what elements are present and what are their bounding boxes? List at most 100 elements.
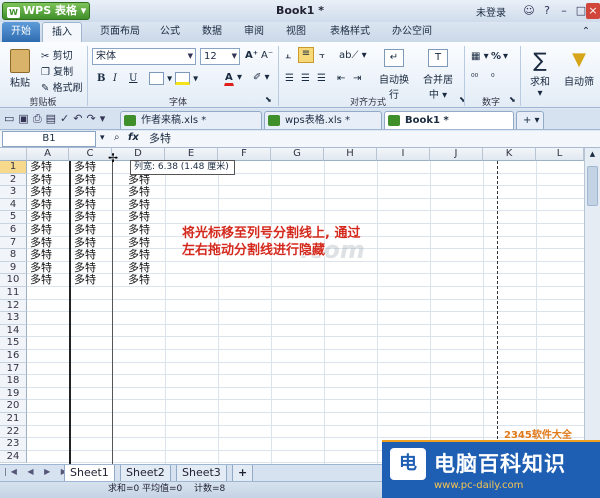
- close-icon[interactable]: ×: [586, 3, 600, 19]
- row-header[interactable]: 10: [0, 274, 27, 287]
- column-header-i[interactable]: I: [377, 148, 430, 161]
- tab-view[interactable]: 视图: [278, 22, 314, 42]
- cell[interactable]: 多特: [126, 174, 164, 187]
- scroll-up-icon[interactable]: ▲: [587, 150, 598, 161]
- ribbon-collapse-icon[interactable]: ⌃: [576, 22, 596, 42]
- row-header[interactable]: 5: [0, 211, 27, 224]
- cell[interactable]: 多特: [72, 274, 111, 287]
- hidden-column-b-divider[interactable]: [69, 161, 71, 464]
- text-direction-icon[interactable]: ab⟋ ▾: [338, 49, 368, 62]
- spreadsheet-grid[interactable]: A C D E F G H I J K L 1 2 3 4 5 6 7 8 9 10 11 12 13 1…: [0, 148, 584, 464]
- minimize-icon[interactable]: –: [555, 3, 573, 19]
- undo-icon[interactable]: ↶: [73, 112, 86, 125]
- spellcheck-icon[interactable]: ✓: [60, 112, 73, 125]
- row-header[interactable]: 2: [0, 173, 27, 187]
- format-painter-button[interactable]: ✎ 格式刷: [40, 78, 84, 95]
- grow-font-icon[interactable]: A⁺: [244, 49, 259, 62]
- border-button[interactable]: ▾: [148, 71, 173, 86]
- cell[interactable]: 多特: [28, 237, 68, 250]
- row-header[interactable]: 12: [0, 299, 27, 313]
- tab-data[interactable]: 数据: [194, 22, 230, 42]
- shrink-font-icon[interactable]: A⁻: [260, 49, 274, 62]
- sheet-tab-1[interactable]: Sheet1: [64, 465, 115, 482]
- wrap-text-button[interactable]: ↵ 自动换行: [376, 46, 412, 101]
- cell[interactable]: 多特: [72, 262, 111, 275]
- row-header[interactable]: 21: [0, 413, 27, 426]
- print-icon[interactable]: ⎙: [33, 112, 46, 125]
- open-icon[interactable]: ▭: [4, 112, 18, 125]
- cell[interactable]: 多特: [72, 161, 111, 174]
- number-dialog-icon[interactable]: ⬊: [508, 94, 517, 105]
- font-size-select[interactable]: 12 ▼: [200, 48, 240, 65]
- cell[interactable]: 多特: [28, 199, 68, 212]
- row-header[interactable]: 7: [0, 236, 27, 250]
- help-icon[interactable]: ?: [538, 3, 556, 19]
- new-tab-button[interactable]: + ▾: [516, 111, 544, 129]
- cell[interactable]: 多特: [72, 249, 111, 262]
- column-header-a[interactable]: A: [27, 148, 69, 161]
- quick-access-dropdown-icon[interactable]: ▾: [100, 112, 110, 125]
- app-menu-button[interactable]: W WPS 表格 ▾: [2, 2, 90, 20]
- bold-button[interactable]: B: [96, 72, 106, 85]
- row-header[interactable]: 1: [0, 161, 27, 174]
- zoom-icon[interactable]: ⌕: [114, 132, 120, 143]
- column-header-h[interactable]: H: [324, 148, 377, 161]
- sheet-tab-3[interactable]: Sheet3: [176, 465, 227, 482]
- tab-review[interactable]: 审阅: [236, 22, 272, 42]
- fx-button[interactable]: fx: [128, 132, 139, 143]
- vertical-scrollbar[interactable]: ▲: [584, 148, 600, 464]
- row-header[interactable]: 20: [0, 400, 27, 413]
- cell[interactable]: 多特: [28, 274, 68, 287]
- column-header-l[interactable]: L: [536, 148, 584, 161]
- merge-center-button[interactable]: T 合并居中 ▾: [418, 46, 458, 101]
- quick-access-toolbar[interactable]: ▭▣⎙▤✓↶↷▾: [4, 112, 109, 126]
- doc-tab-book1[interactable]: Book1 *: [384, 111, 514, 129]
- font-color-dropdown-icon[interactable]: ▾: [236, 71, 243, 84]
- sheet-tab-2[interactable]: Sheet2: [120, 465, 171, 482]
- row-header[interactable]: 24: [0, 450, 27, 464]
- cell[interactable]: 多特: [126, 274, 164, 287]
- row-header[interactable]: 23: [0, 438, 27, 451]
- align-center-icon[interactable]: ☰: [300, 72, 311, 85]
- row-header[interactable]: 14: [0, 324, 27, 338]
- decimal-decrease-icon[interactable]: ⁰: [490, 72, 496, 84]
- tab-formula[interactable]: 公式: [150, 22, 190, 42]
- sum-button[interactable]: ∑ 求和 ▾: [526, 46, 554, 99]
- align-left-icon[interactable]: ☰: [284, 72, 295, 85]
- column-header-k[interactable]: K: [483, 148, 536, 161]
- decimal-increase-icon[interactable]: ⁰⁰: [470, 72, 479, 84]
- name-box[interactable]: B1: [2, 131, 96, 147]
- percent-button[interactable]: %: [490, 50, 502, 63]
- row-header[interactable]: 4: [0, 198, 27, 212]
- row-header[interactable]: 19: [0, 387, 27, 401]
- row-header[interactable]: 22: [0, 425, 27, 439]
- cell[interactable]: 多特: [28, 211, 68, 224]
- cell[interactable]: 多特: [28, 161, 68, 174]
- cell[interactable]: 多特: [72, 237, 111, 250]
- cell[interactable]: 多特: [72, 211, 111, 224]
- row-header[interactable]: 17: [0, 362, 27, 376]
- tab-insert[interactable]: 插入: [42, 22, 82, 42]
- clear-format-icon[interactable]: ✐ ▾: [252, 71, 271, 84]
- preview-icon[interactable]: ▤: [46, 112, 60, 125]
- cell[interactable]: 多特: [126, 262, 164, 275]
- cell[interactable]: 多特: [28, 186, 68, 199]
- row-header[interactable]: 9: [0, 261, 27, 275]
- add-sheet-button[interactable]: +: [232, 465, 254, 482]
- column-header-j[interactable]: J: [430, 148, 483, 161]
- cell[interactable]: 多特: [28, 224, 68, 237]
- doc-tab-author[interactable]: 作者来稿.xls *: [120, 111, 262, 129]
- user-icon[interactable]: ☺: [520, 3, 538, 19]
- cell[interactable]: 多特: [72, 199, 111, 212]
- formula-input[interactable]: 多特: [146, 131, 596, 147]
- align-top-icon[interactable]: ⫠: [284, 49, 292, 62]
- font-dialog-icon[interactable]: ⬊: [264, 94, 273, 105]
- cell[interactable]: 多特: [126, 249, 164, 262]
- row-header[interactable]: 6: [0, 224, 27, 237]
- row-header[interactable]: 16: [0, 350, 27, 363]
- font-color-button[interactable]: A: [224, 71, 234, 86]
- number-format-dropdown-icon[interactable]: ▾: [502, 50, 509, 63]
- redo-icon[interactable]: ↷: [86, 112, 99, 125]
- doc-tab-wps[interactable]: wps表格.xls *: [264, 111, 382, 129]
- filter-button[interactable]: ▼ 自动筛: [558, 46, 600, 92]
